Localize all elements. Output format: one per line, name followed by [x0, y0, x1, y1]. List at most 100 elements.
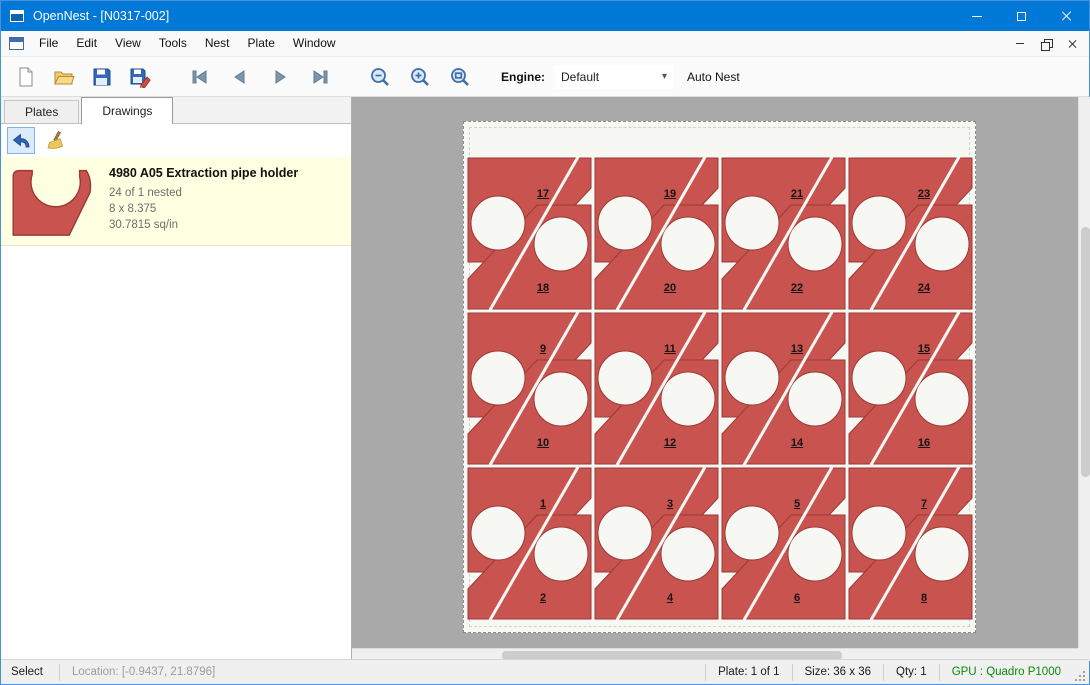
nav-next-button[interactable] — [263, 61, 297, 93]
maximize-button[interactable] — [999, 1, 1044, 31]
qty-status: Qty: 1 — [884, 666, 939, 678]
part-number[interactable]: 23 — [912, 188, 936, 200]
save-floppy-icon — [91, 66, 113, 88]
minimize-button[interactable] — [954, 1, 999, 31]
zoom-in-button[interactable] — [403, 61, 437, 93]
gpu-status: GPU : Quadro P1000 — [940, 666, 1073, 678]
new-file-icon — [15, 66, 37, 88]
part-number[interactable]: 24 — [912, 282, 936, 294]
part-number[interactable]: 7 — [912, 498, 936, 510]
part-number[interactable]: 18 — [531, 282, 555, 294]
nav-prev-button[interactable] — [223, 61, 257, 93]
mdi-minimize-button[interactable] — [1008, 34, 1032, 54]
nested-part-shapes — [593, 311, 720, 466]
drawing-size: 8 x 8.375 — [109, 201, 298, 217]
nested-part-shapes — [466, 156, 593, 311]
nested-pair[interactable]: 1920 — [593, 156, 720, 311]
tab-plates[interactable]: Plates — [4, 100, 79, 123]
nested-pair[interactable]: 21 22 — [720, 156, 847, 311]
part-number[interactable]: 3 — [658, 498, 682, 510]
drawing-nested-count: 24 of 1 nested — [109, 185, 298, 201]
toolbar: Engine: Default ▾ Auto Nest — [1, 57, 1089, 97]
plate-canvas[interactable]: 171819202122232491011121314151612345678 — [352, 97, 1090, 661]
nav-first-button[interactable] — [183, 61, 217, 93]
part-number[interactable]: 14 — [785, 437, 809, 449]
close-button[interactable] — [1044, 1, 1089, 31]
minimize-icon — [1016, 43, 1024, 44]
part-number[interactable]: 13 — [785, 343, 809, 355]
resize-grip[interactable] — [1073, 660, 1089, 685]
plate-size-status: Size: 36 x 36 — [793, 666, 883, 678]
mdi-restore-button[interactable] — [1034, 34, 1058, 54]
new-file-button[interactable] — [9, 61, 43, 93]
zoom-fit-button[interactable] — [443, 61, 477, 93]
drawing-area: 30.7815 sq/in — [109, 217, 298, 233]
cursor-location: Location: [-0.9437, 21.8796] — [60, 666, 227, 678]
window-controls — [954, 1, 1089, 31]
app-window: OpenNest - [N0317-002] FileEditViewTools… — [0, 0, 1090, 685]
menu-item-tools[interactable]: Tools — [150, 31, 196, 56]
tab-drawings[interactable]: Drawings — [81, 97, 173, 124]
part-number[interactable]: 12 — [658, 437, 682, 449]
menu-item-window[interactable]: Window — [284, 31, 345, 56]
menu-item-edit[interactable]: Edit — [67, 31, 106, 56]
menu-item-plate[interactable]: Plate — [239, 31, 284, 56]
mdi-close-button[interactable] — [1060, 34, 1084, 54]
part-number[interactable]: 21 — [785, 188, 809, 200]
menu-item-file[interactable]: File — [30, 31, 67, 56]
nested-pair[interactable]: 9 10 — [466, 311, 593, 466]
part-number[interactable]: 15 — [912, 343, 936, 355]
vertical-scroll-thumb[interactable] — [1081, 227, 1090, 477]
drawing-list-item[interactable]: 4980 A05 Extraction pipe holder 24 of 1 … — [1, 157, 351, 246]
save-button[interactable] — [85, 61, 119, 93]
open-file-button[interactable] — [47, 61, 81, 93]
nested-pair[interactable]: 12 — [466, 466, 593, 621]
part-number[interactable]: 22 — [785, 282, 809, 294]
next-plate-icon — [269, 66, 291, 88]
title-bar: OpenNest - [N0317-002] — [1, 1, 1089, 31]
part-number[interactable]: 17 — [531, 188, 555, 200]
engine-value: Default — [561, 70, 599, 84]
save-edit-icon — [129, 66, 151, 88]
nested-pair[interactable]: 11 12 — [593, 311, 720, 466]
clear-broom-button[interactable] — [41, 127, 69, 154]
auto-nest-label[interactable]: Auto Nest — [687, 70, 740, 84]
menu-item-nest[interactable]: Nest — [196, 31, 239, 56]
part-number[interactable]: 9 — [531, 343, 555, 355]
nested-pair[interactable]: 56 — [720, 466, 847, 621]
nested-pair[interactable]: 78 — [847, 466, 974, 621]
nav-last-button[interactable] — [303, 61, 337, 93]
plate[interactable]: 171819202122232491011121314151612345678 — [463, 121, 976, 633]
part-number[interactable]: 4 — [658, 592, 682, 604]
nested-pair[interactable]: 13 14 — [720, 311, 847, 466]
nested-pair[interactable]: 23 24 — [847, 156, 974, 311]
first-plate-icon — [189, 66, 211, 88]
part-number[interactable]: 2 — [531, 592, 555, 604]
part-number[interactable]: 11 — [658, 343, 682, 355]
nested-part-shapes — [466, 311, 593, 466]
document-icon — [9, 37, 24, 50]
panel-toolbar — [1, 124, 351, 157]
last-plate-icon — [309, 66, 331, 88]
nested-part-shapes — [593, 156, 720, 311]
nested-pair[interactable]: 34 — [593, 466, 720, 621]
save-edit-button[interactable] — [123, 61, 157, 93]
part-number[interactable]: 1 — [531, 498, 555, 510]
send-back-button[interactable] — [7, 127, 35, 154]
engine-select[interactable]: Default ▾ — [555, 65, 673, 89]
vertical-scrollbar[interactable] — [1078, 97, 1090, 648]
nested-pair[interactable]: 1718 — [466, 156, 593, 311]
part-number[interactable]: 6 — [785, 592, 809, 604]
part-number[interactable]: 8 — [912, 592, 936, 604]
part-number[interactable]: 20 — [658, 282, 682, 294]
part-number[interactable]: 5 — [785, 498, 809, 510]
nested-pair[interactable]: 1516 — [847, 311, 974, 466]
part-number[interactable]: 10 — [531, 437, 555, 449]
zoom-out-button[interactable] — [363, 61, 397, 93]
nested-part-shapes — [720, 466, 847, 621]
broom-icon — [45, 131, 65, 150]
close-icon — [1067, 39, 1077, 49]
part-number[interactable]: 19 — [658, 188, 682, 200]
menu-item-view[interactable]: View — [106, 31, 150, 56]
part-number[interactable]: 16 — [912, 437, 936, 449]
